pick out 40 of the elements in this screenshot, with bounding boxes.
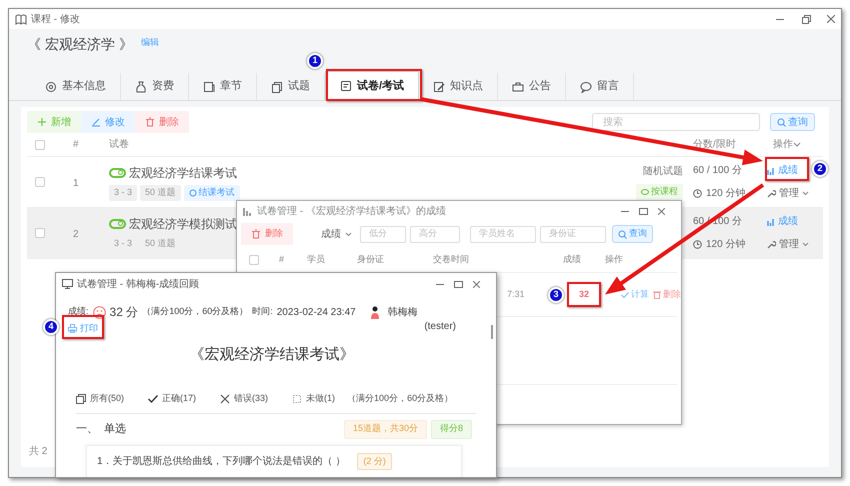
column-header: # bbox=[73, 139, 79, 150]
score-note: （满分100分，60分及格） bbox=[142, 305, 248, 318]
course-title: 《 宏观经济学 》 bbox=[27, 35, 133, 54]
tag: 得分8 bbox=[430, 420, 472, 438]
score-value: 32 bbox=[579, 288, 590, 299]
window-title: 试卷管理 - 韩梅梅-成绩回顾 bbox=[77, 278, 200, 292]
column-header: 试卷 bbox=[109, 139, 129, 150]
question-text: 1．关于凯恩斯总供给曲线，下列哪个说法是错误的（ ） bbox=[97, 454, 346, 469]
exam-type: 随机试题 bbox=[643, 164, 683, 179]
points-tag: (2 分) bbox=[357, 453, 392, 470]
tag: 按课程 bbox=[636, 184, 683, 200]
table-cell: 7:31 bbox=[507, 288, 525, 299]
score-value: 32 分 bbox=[110, 304, 138, 321]
exam-title: 《宏观经济学结课考试》 bbox=[190, 344, 354, 364]
score-note: （满分100分，60分及格） bbox=[347, 392, 454, 405]
user-name: 韩梅梅 bbox=[388, 306, 418, 320]
time-limit: 120 分钟 bbox=[693, 186, 746, 201]
total-count: 共 2 bbox=[29, 444, 48, 459]
exam-title: 宏观经济学结课考试 bbox=[129, 164, 237, 182]
tag: 15道题，共30分 bbox=[344, 420, 427, 438]
time-label: 时间: bbox=[252, 305, 273, 318]
column-header: # bbox=[279, 254, 284, 264]
column-header: 学员 bbox=[307, 254, 325, 264]
section-title: 一、 单选 bbox=[76, 422, 126, 437]
row-number: 2 bbox=[73, 229, 79, 240]
column-header: 操作 bbox=[605, 254, 623, 264]
score-limit: 60 / 100 分 bbox=[693, 164, 742, 178]
row-number: 1 bbox=[73, 178, 79, 189]
window-title: 课程 - 修改 bbox=[31, 12, 80, 26]
column-header: 交卷时间 bbox=[433, 254, 469, 264]
column-header: 成绩 bbox=[563, 254, 581, 264]
score-label: 成绩: bbox=[68, 305, 89, 318]
column-header: 身份证 bbox=[357, 254, 384, 264]
user-id: (tester) bbox=[424, 320, 456, 334]
time-limit: 120 分钟 bbox=[693, 237, 746, 252]
tag: 50 道题 bbox=[140, 184, 181, 200]
submit-time: 2023-02-24 23:47 bbox=[276, 306, 356, 320]
exam-title: 宏观经济学模拟测试 bbox=[129, 216, 237, 232]
tag: 3 - 3 bbox=[109, 184, 138, 200]
column-header: 操作 bbox=[773, 138, 793, 152]
